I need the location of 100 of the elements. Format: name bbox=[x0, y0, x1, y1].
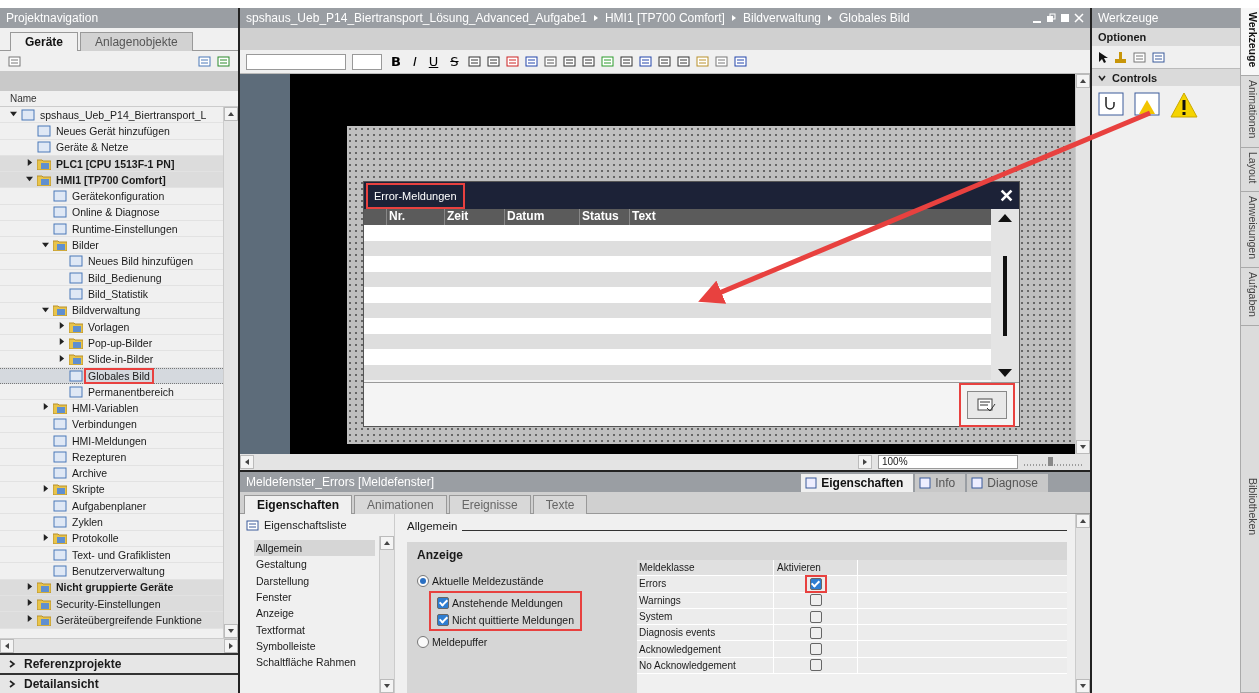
radio-option[interactable]: Aktuelle Meldezustände bbox=[417, 572, 597, 589]
scroll-down-icon[interactable] bbox=[997, 368, 1013, 378]
zoom-slider-icon[interactable] bbox=[1024, 457, 1084, 467]
scroll-arrow-button[interactable] bbox=[1076, 679, 1090, 693]
property-list-item[interactable]: Schaltfläche Rahmen bbox=[254, 654, 375, 671]
panel-tab[interactable]: Geräte bbox=[10, 32, 79, 51]
tree-item[interactable]: HMI-Meldungen bbox=[0, 432, 223, 450]
property-list-item[interactable]: Anzeige bbox=[254, 605, 375, 622]
tree-item[interactable]: Geräteübergreifende Funktione bbox=[0, 612, 223, 629]
tree-item[interactable]: Skripte bbox=[0, 481, 223, 499]
tree-item[interactable]: Neues Gerät hinzufügen bbox=[0, 123, 223, 140]
close-icon[interactable] bbox=[1074, 13, 1084, 23]
scroll-arrow-button[interactable] bbox=[224, 624, 238, 638]
tree-item[interactable]: HMI-Variablen bbox=[0, 400, 223, 417]
tree-item[interactable]: Text- und Grafiklisten bbox=[0, 547, 223, 564]
scroll-arrow-button[interactable] bbox=[1076, 440, 1090, 454]
checkbox[interactable] bbox=[809, 577, 822, 590]
properties-tab[interactable]: Eigenschaften bbox=[244, 495, 353, 514]
property-list-item[interactable]: Gestaltung bbox=[254, 556, 375, 573]
panel-tab[interactable]: Anlagenobjekte bbox=[80, 32, 193, 51]
collapsed-section[interactable]: Detailansicht bbox=[0, 673, 238, 693]
scrollbar[interactable] bbox=[991, 209, 1019, 382]
scroll-arrow-button[interactable] bbox=[1076, 74, 1090, 88]
collapsed-section[interactable]: Referenzprojekte bbox=[0, 653, 238, 673]
side-tab[interactable]: Layout bbox=[1241, 147, 1259, 193]
scrollbar[interactable] bbox=[0, 638, 238, 653]
properties-tab[interactable]: Ereignisse bbox=[448, 495, 531, 514]
scroll-arrow-button[interactable] bbox=[380, 679, 394, 693]
font-field[interactable] bbox=[246, 53, 346, 70]
checkbox[interactable] bbox=[809, 643, 822, 656]
scroll-arrow-button[interactable] bbox=[224, 107, 238, 121]
tree-item[interactable]: Archive bbox=[0, 465, 223, 482]
property-list-item[interactable]: Fenster bbox=[254, 588, 375, 606]
scrollbar[interactable] bbox=[1075, 514, 1090, 693]
tree-item[interactable]: Benutzerverwaltung bbox=[0, 563, 223, 580]
scroll-arrow-button[interactable] bbox=[0, 639, 14, 653]
scrollbar[interactable] bbox=[1075, 74, 1090, 454]
alarm-view-icon[interactable] bbox=[1134, 92, 1160, 116]
alarm-view[interactable]: Error-Meldungen ✕ Nr. Zeit Datum Status Text bbox=[363, 181, 1020, 427]
tree-item[interactable]: Geräte & Netze bbox=[0, 139, 223, 156]
tree-item[interactable]: Rezepturen bbox=[0, 449, 223, 466]
size-field[interactable] bbox=[352, 53, 382, 70]
scroll-thumb[interactable] bbox=[1003, 255, 1007, 336]
checkbox[interactable] bbox=[809, 659, 822, 672]
scroll-up-icon[interactable] bbox=[997, 213, 1013, 223]
checkbox[interactable] bbox=[809, 594, 822, 607]
properties-tab[interactable]: Animationen bbox=[354, 495, 447, 514]
properties-tab[interactable]: Texte bbox=[532, 495, 588, 514]
view-tab[interactable]: Eigenschaften bbox=[801, 474, 914, 492]
tree-item[interactable]: Bilder bbox=[0, 237, 223, 254]
tree-item[interactable]: HMI1 [TP700 Comfort] bbox=[0, 172, 223, 189]
side-tab[interactable]: Bibliotheken bbox=[1241, 326, 1259, 693]
tree-item[interactable]: Vorlagen bbox=[0, 318, 223, 336]
format-button[interactable]: B bbox=[388, 54, 404, 69]
controls-section[interactable]: Controls bbox=[1092, 68, 1240, 86]
tree-item[interactable]: Neues Bild hinzufügen bbox=[0, 253, 223, 270]
scrollbar[interactable] bbox=[379, 536, 394, 693]
warning-icon[interactable] bbox=[1170, 92, 1198, 118]
format-button[interactable]: U bbox=[425, 54, 442, 69]
side-tab[interactable]: Aufgaben bbox=[1241, 268, 1259, 327]
scroll-arrow-button[interactable] bbox=[1076, 514, 1090, 528]
format-button[interactable]: S bbox=[447, 54, 462, 69]
tree-item[interactable]: Slide-in-Bilder bbox=[0, 351, 223, 368]
tree-item[interactable]: Bildverwaltung bbox=[0, 302, 223, 319]
expand-arrow-icon[interactable] bbox=[40, 240, 50, 250]
tree-item[interactable]: Permanentbereich bbox=[0, 384, 223, 401]
side-tab[interactable]: Anweisungen bbox=[1241, 192, 1259, 269]
scrollbar[interactable] bbox=[223, 107, 238, 638]
tree-item[interactable]: Runtime-Einstellungen bbox=[0, 221, 223, 238]
side-tab[interactable]: Werkzeuge bbox=[1241, 8, 1259, 77]
tree-item[interactable]: Bild_Bedienung bbox=[0, 269, 223, 287]
checkbox[interactable] bbox=[809, 610, 822, 623]
scroll-arrow-button[interactable] bbox=[224, 639, 238, 653]
checkbox[interactable] bbox=[809, 626, 822, 639]
scroll-arrow-button[interactable] bbox=[380, 536, 394, 550]
maximize-icon[interactable] bbox=[1060, 13, 1070, 23]
tree-item[interactable]: Pop-up-Bilder bbox=[0, 335, 223, 352]
tree-item[interactable]: Protokolle bbox=[0, 530, 223, 547]
view-tab[interactable]: Info bbox=[915, 474, 966, 492]
acknowledge-button[interactable] bbox=[967, 390, 1007, 419]
tree-item[interactable]: Gerätekonfiguration bbox=[0, 188, 223, 205]
scroll-arrow-button[interactable] bbox=[858, 455, 872, 469]
view-tab[interactable]: Diagnose bbox=[967, 474, 1048, 492]
restore-icon[interactable] bbox=[1046, 13, 1056, 23]
property-list-item[interactable]: Textformat bbox=[254, 621, 375, 638]
property-list-item[interactable]: Darstellung bbox=[254, 572, 375, 589]
zoom-field[interactable]: 100% bbox=[878, 455, 1018, 469]
tree-item[interactable]: Zyklen bbox=[0, 514, 223, 531]
checkbox-option[interactable]: Anstehende Meldungen bbox=[437, 594, 574, 611]
tree-item[interactable]: Verbindungen bbox=[0, 416, 223, 433]
scroll-arrow-button[interactable] bbox=[240, 455, 254, 469]
pointer-icon[interactable] bbox=[1098, 50, 1108, 64]
format-button[interactable]: I bbox=[409, 54, 420, 69]
radio-option[interactable]: Meldepuffer bbox=[417, 633, 597, 650]
property-list-item[interactable]: Symbolleiste bbox=[254, 637, 375, 655]
tree-item[interactable]: spshaus_Ueb_P14_Biertransport_L bbox=[0, 107, 223, 124]
checkbox-option[interactable]: Nicht quittierte Meldungen bbox=[437, 611, 574, 628]
tree-item[interactable]: Aufgabenplaner bbox=[0, 498, 223, 515]
tree-item[interactable]: Bild_Statistik bbox=[0, 286, 223, 303]
property-list-item[interactable]: Allgemein bbox=[254, 540, 375, 557]
